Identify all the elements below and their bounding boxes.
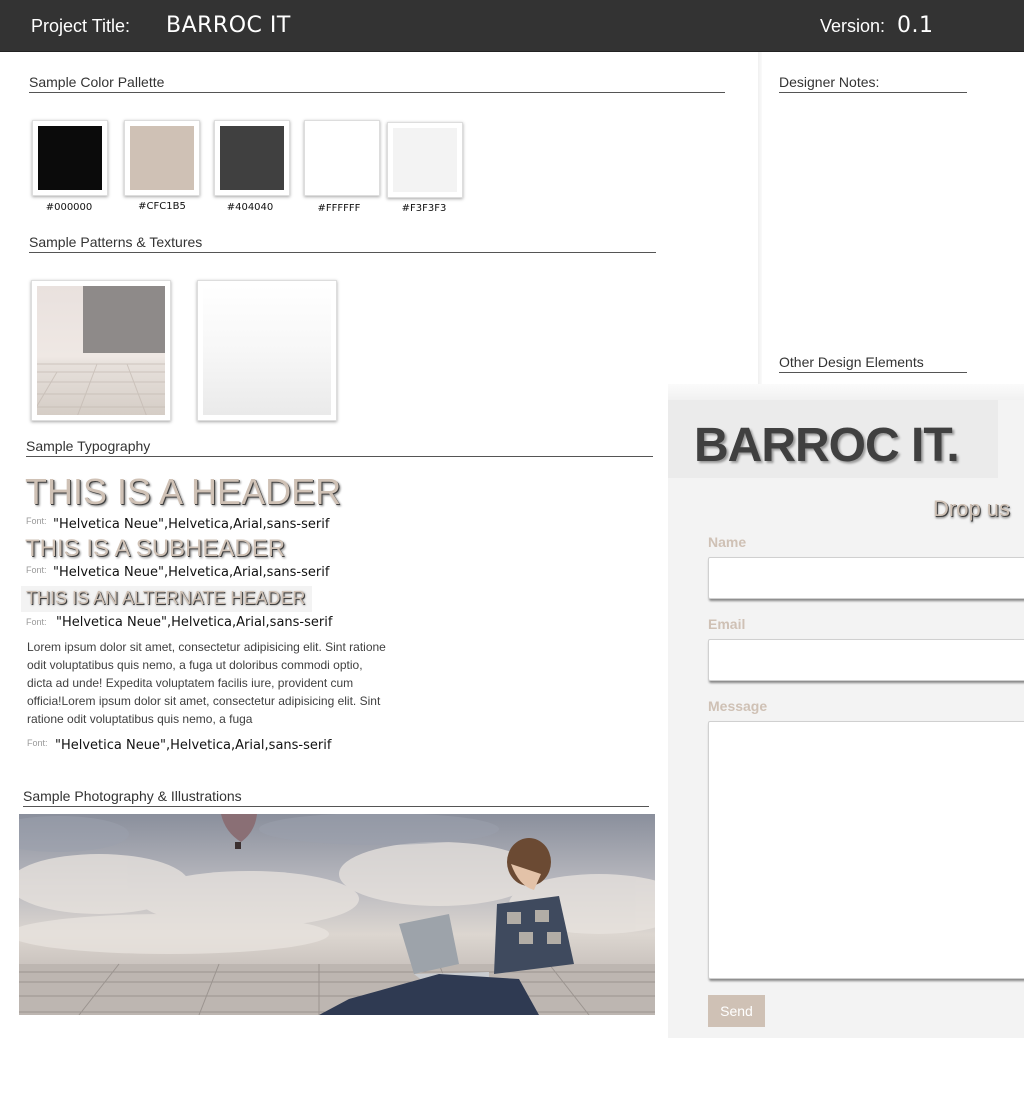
font-stack: "Helvetica Neue",Helvetica,Arial,sans-se… [56, 615, 333, 630]
swatch-code: #F3F3F3 [401, 203, 447, 214]
brand-box: BARROC IT. [668, 400, 998, 478]
message-label: Message [708, 698, 768, 714]
photography-section-title: Sample Photography & Illustrations [23, 788, 649, 807]
sample-subheader: THIS IS A SUBHEADER [25, 535, 286, 562]
swatch-fill [310, 126, 374, 190]
sample-body-text: Lorem ipsum dolor sit amet, consectetur … [27, 640, 386, 726]
pattern-gradient-fill [203, 286, 331, 415]
font-stack: "Helvetica Neue",Helvetica,Arial,sans-se… [53, 565, 330, 580]
version-label: Version: [820, 16, 886, 36]
font-stack: "Helvetica Neue",Helvetica,Arial,sans-se… [53, 517, 330, 532]
pattern-floor-texture [31, 280, 171, 421]
panel-top-fade [668, 384, 1024, 400]
swatch-dark-gray [214, 120, 290, 196]
swatch-fill [38, 126, 102, 190]
name-input[interactable] [708, 557, 1024, 599]
sample-header: THIS IS A HEADER [25, 471, 342, 512]
sample-alternate-header-box: THIS IS AN ALTERNATE HEADER [21, 586, 312, 612]
sample-photo [19, 814, 655, 1015]
swatch-code: #000000 [45, 202, 93, 213]
sample-alternate-header: THIS IS AN ALTERNATE HEADER [26, 588, 306, 608]
contact-heading: Drop us [933, 496, 1011, 521]
pattern-floor-planks [37, 363, 165, 415]
brand-logo: BARROC IT. [694, 419, 960, 472]
swatch-light-gray [387, 122, 463, 198]
designer-notes-area [779, 92, 967, 352]
swatch-fill [393, 128, 457, 192]
pattern-floor-image [37, 286, 165, 415]
swatch-code: #FFFFFF [317, 203, 361, 214]
project-title-label: Project Title: [31, 16, 131, 36]
photo-illustration [19, 814, 655, 1015]
contact-form-panel: BARROC IT. Drop us Name Email Message Se… [668, 400, 1024, 1038]
font-tag: Font: [26, 516, 47, 526]
version-value: 0.1 [897, 13, 934, 38]
palette-section-title: Sample Color Pallette [29, 74, 725, 93]
top-bar: Project Title: BARROC IT Version: 0.1 [0, 0, 1024, 52]
message-textarea[interactable] [708, 721, 1024, 979]
column-divider [758, 52, 762, 392]
font-tag: Font: [26, 617, 47, 627]
swatch-fill [220, 126, 284, 190]
send-button[interactable]: Send [708, 995, 765, 1027]
font-stack: "Helvetica Neue",Helvetica,Arial,sans-se… [55, 738, 332, 753]
pattern-gradient-texture [197, 280, 337, 421]
swatch-white [304, 120, 380, 196]
swatch-black [32, 120, 108, 196]
font-tag: Font: [26, 565, 47, 575]
swatch-fill [130, 126, 194, 190]
email-label: Email [708, 616, 746, 632]
name-label: Name [708, 534, 747, 550]
swatch-code: #CFC1B5 [138, 201, 186, 212]
project-title-value: BARROC IT [166, 13, 291, 38]
swatch-code: #404040 [226, 202, 274, 213]
other-elements-title: Other Design Elements [779, 354, 967, 373]
swatch-beige [124, 120, 200, 196]
email-input[interactable] [708, 639, 1024, 681]
typography-section-title: Sample Typography [26, 438, 653, 457]
font-tag: Font: [27, 738, 48, 748]
designer-notes-title: Designer Notes: [779, 74, 967, 93]
patterns-section-title: Sample Patterns & Textures [29, 234, 656, 253]
